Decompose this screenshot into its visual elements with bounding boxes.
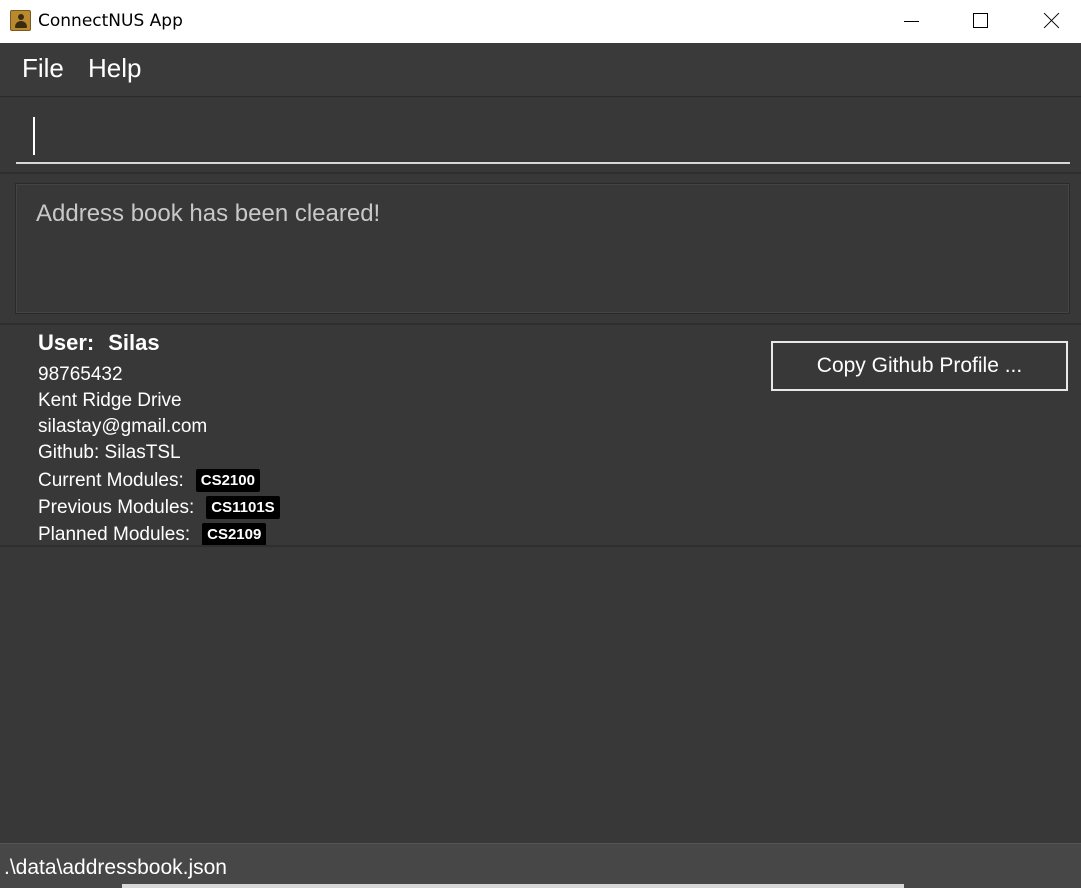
close-icon <box>1043 12 1060 29</box>
maximize-button[interactable] <box>957 0 1003 43</box>
menu-file[interactable]: File <box>22 53 64 84</box>
close-button[interactable] <box>1028 0 1074 43</box>
text-caret <box>33 117 35 155</box>
previous-modules-row: Previous Modules: CS1101S <box>38 496 280 519</box>
user-email: silastay@gmail.com <box>38 416 208 437</box>
title-bar: ConnectNUS App <box>0 0 1081 43</box>
result-display[interactable]: Address book has been cleared! <box>15 183 1070 314</box>
window-title: ConnectNUS App <box>38 11 183 31</box>
module-tag: CS2109 <box>202 523 267 546</box>
address-book-icon <box>10 10 31 31</box>
status-underline <box>122 884 904 888</box>
current-modules-row: Current Modules: CS2100 <box>38 469 260 492</box>
minimize-icon <box>904 21 919 22</box>
minimize-button[interactable] <box>888 0 934 43</box>
module-tag: CS2100 <box>195 469 260 492</box>
command-pane <box>0 98 1081 174</box>
copy-github-profile-button[interactable]: Copy Github Profile ... <box>771 341 1068 391</box>
previous-modules-label: Previous Modules: <box>38 497 195 518</box>
result-message: Address book has been cleared! <box>36 200 381 227</box>
menu-help[interactable]: Help <box>88 53 141 84</box>
user-name: Silas <box>108 330 160 355</box>
user-phone: 98765432 <box>38 364 123 385</box>
user-card: User: Silas 98765432 Kent Ridge Drive sil… <box>0 325 1081 546</box>
module-tag: CS1101S <box>206 496 280 519</box>
user-label: User: <box>38 330 95 355</box>
command-input[interactable] <box>16 110 1070 164</box>
menu-bar: File Help <box>0 43 1081 97</box>
user-address: Kent Ridge Drive <box>38 390 182 411</box>
current-modules-label: Current Modules: <box>38 470 184 491</box>
user-name-heading: User: Silas <box>38 330 160 356</box>
status-bar: .\data\addressbook.json <box>0 843 1081 888</box>
data-file-path: .\data\addressbook.json <box>4 856 227 879</box>
user-github: Github: SilasTSL <box>38 442 181 463</box>
planned-modules-row: Planned Modules: CS2109 <box>38 523 267 546</box>
maximize-icon <box>973 13 988 28</box>
contact-list-panel[interactable] <box>0 547 1081 843</box>
planned-modules-label: Planned Modules: <box>38 524 191 545</box>
